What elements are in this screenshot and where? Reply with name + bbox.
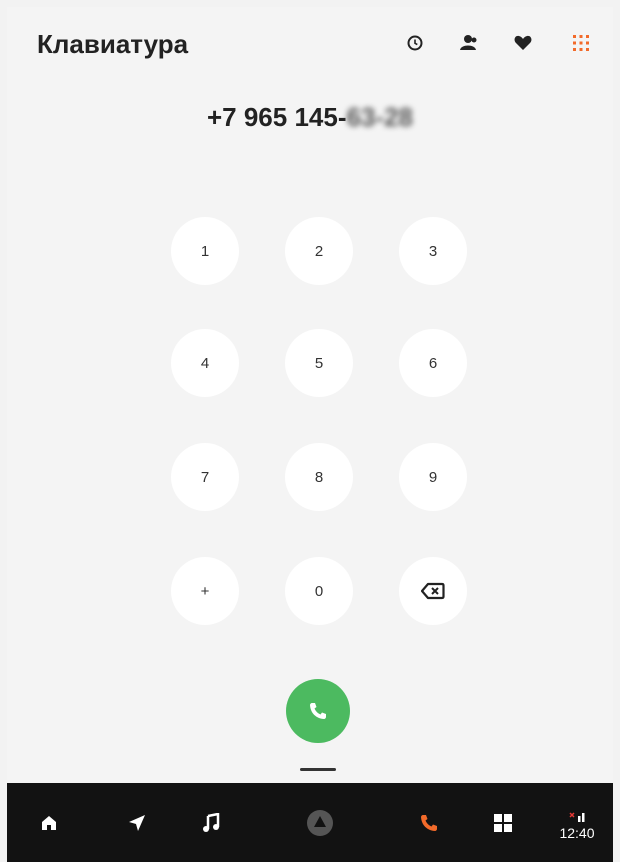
key-6[interactable]: 6	[399, 329, 467, 397]
phone-icon	[310, 703, 326, 719]
key-1[interactable]: 1	[171, 217, 239, 285]
drag-handle[interactable]	[300, 768, 336, 771]
key-3[interactable]: 3	[399, 217, 467, 285]
header: Клавиатура	[7, 7, 613, 77]
dialer-screen: Клавиатура +7 965 145-63-28 1 2 3 4 5 6 …	[7, 7, 613, 862]
history-icon[interactable]	[401, 29, 429, 57]
clock-time: 12:40	[559, 825, 595, 841]
contacts-icon[interactable]	[455, 29, 483, 57]
dialed-number-visible: +7 965 145-	[206, 102, 347, 132]
assistant-icon[interactable]	[294, 783, 346, 862]
backspace-icon	[421, 582, 445, 600]
apps-icon[interactable]	[477, 783, 529, 862]
call-button[interactable]	[286, 679, 350, 743]
favorites-icon[interactable]	[509, 29, 537, 57]
bottom-navbar: 12:40	[7, 783, 613, 862]
keypad-icon[interactable]	[567, 29, 595, 57]
dialed-number: +7 965 145-63-28	[7, 102, 613, 133]
home-icon[interactable]	[23, 783, 75, 862]
phone-nav-icon[interactable]	[403, 783, 455, 862]
key-plus[interactable]: +	[171, 557, 239, 625]
music-icon[interactable]	[185, 783, 237, 862]
key-8[interactable]: 8	[285, 443, 353, 511]
page-title: Клавиатура	[37, 29, 189, 59]
key-7[interactable]: 7	[171, 443, 239, 511]
dialed-number-obscured: 63-28	[346, 102, 414, 132]
key-4[interactable]: 4	[171, 329, 239, 397]
key-9[interactable]: 9	[399, 443, 467, 511]
signal-icon	[569, 812, 585, 822]
key-2[interactable]: 2	[285, 217, 353, 285]
backspace-button[interactable]	[399, 557, 467, 625]
key-0[interactable]: 0	[285, 557, 353, 625]
key-5[interactable]: 5	[285, 329, 353, 397]
status-clock: 12:40	[547, 797, 607, 847]
navigation-icon[interactable]	[111, 783, 163, 862]
